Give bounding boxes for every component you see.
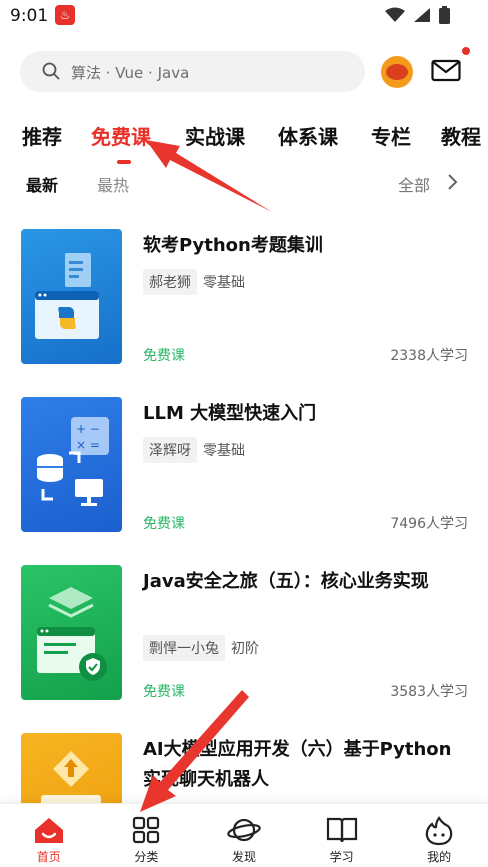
- course-item[interactable]: 软考Python考题集训 郝老狮 零基础 免费课 2338人学习: [0, 229, 488, 379]
- nav-home[interactable]: 首页: [0, 804, 98, 867]
- course-title: AI大模型应用开发（六）基于Python实现聊天机器人: [143, 739, 452, 790]
- filter-all[interactable]: 全部: [398, 172, 430, 196]
- nav-discover[interactable]: 发现: [195, 804, 293, 867]
- course-tags: 剽悍一小兔 初阶: [143, 635, 259, 661]
- course-tags: 泽辉呀 零基础: [143, 437, 245, 463]
- course-learners: 3583人学习: [390, 684, 468, 700]
- course-author: 泽辉呀: [143, 437, 197, 463]
- signal-icon: [414, 8, 430, 22]
- search-icon: [42, 62, 60, 80]
- nav-label: 分类: [134, 850, 159, 864]
- tab-free-course[interactable]: 免费课: [91, 121, 151, 150]
- course-author: 郝老狮: [143, 269, 197, 295]
- nav-label: 我的: [427, 850, 452, 864]
- course-price: 免费课: [143, 348, 185, 364]
- battery-icon: [439, 6, 450, 24]
- course-item[interactable]: Java安全之旅（五）：核心业务实现 剽悍一小兔 初阶 免费课 3583人学习: [0, 565, 488, 715]
- search-bar[interactable]: 算法 · Vue · Java: [20, 51, 365, 92]
- course-price: 免费课: [143, 516, 185, 532]
- profile-icon: [425, 816, 453, 846]
- course-item[interactable]: + − × = LLM 大模型快速入门 泽辉呀 零基础 免费课 7496人学习: [0, 397, 488, 547]
- course-thumbnail: + − × =: [21, 397, 122, 532]
- course-price: 免费课: [143, 684, 185, 700]
- nav-category[interactable]: 分类: [98, 804, 196, 867]
- course-title: LLM 大模型快速入门: [143, 403, 317, 424]
- course-learners: 7496人学习: [390, 516, 468, 532]
- svg-text:× =: × =: [76, 438, 100, 452]
- course-level: 零基础: [203, 443, 245, 459]
- bottom-nav: 首页 分类 发现 学习 我的: [0, 803, 488, 867]
- course-thumbnail: [21, 565, 122, 700]
- home-icon: [34, 818, 63, 843]
- tab-system-course[interactable]: 体系课: [278, 121, 338, 150]
- course-author: 剽悍一小兔: [143, 635, 225, 661]
- status-bar: 9:01 ♨: [0, 0, 488, 34]
- nav-label: 学习: [329, 850, 354, 864]
- nav-learn[interactable]: 学习: [293, 804, 391, 867]
- nav-label: 发现: [231, 850, 256, 864]
- book-icon: [326, 817, 357, 843]
- course-level: 零基础: [203, 275, 245, 291]
- course-learners: 2338人学习: [390, 348, 468, 364]
- app-notification-icon: ♨: [55, 5, 75, 25]
- mail-icon[interactable]: [431, 59, 461, 83]
- status-icons: [385, 6, 450, 24]
- svg-text:+ −: + −: [76, 422, 100, 436]
- filter-hottest[interactable]: 最热: [97, 172, 129, 196]
- filter-newest[interactable]: 最新: [26, 172, 58, 196]
- category-tabs: 推荐 免费课 实战课 体系课 专栏 教程: [0, 121, 488, 153]
- active-tab-indicator: [117, 160, 131, 164]
- course-thumbnail: [21, 229, 122, 364]
- course-tags: 郝老狮 零基础: [143, 269, 245, 295]
- course-title: Java安全之旅（五）：核心业务实现: [143, 571, 429, 592]
- tab-recommend[interactable]: 推荐: [22, 121, 62, 150]
- status-time: 9:01: [10, 6, 49, 26]
- course-title: 软考Python考题集训: [143, 235, 323, 256]
- avatar[interactable]: [381, 56, 413, 88]
- grid-icon: [133, 816, 160, 844]
- planet-icon: [227, 818, 261, 842]
- search-placeholder: 算法 · Vue · Java: [71, 64, 190, 82]
- wifi-icon: [385, 7, 405, 22]
- nav-label: 首页: [36, 850, 61, 864]
- nav-profile[interactable]: 我的: [390, 804, 488, 867]
- course-level: 初阶: [231, 641, 259, 657]
- chevron-right-icon[interactable]: [446, 173, 458, 191]
- tab-tutorial[interactable]: 教程: [441, 121, 481, 150]
- unread-dot: [462, 47, 470, 55]
- tab-practical-course[interactable]: 实战课: [185, 121, 245, 150]
- tab-column[interactable]: 专栏: [371, 121, 411, 150]
